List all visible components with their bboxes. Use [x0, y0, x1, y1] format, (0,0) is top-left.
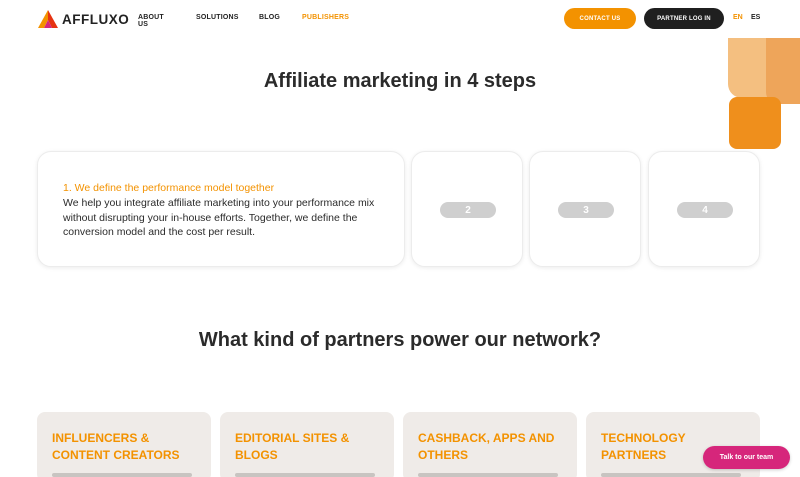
logo-text: AFFLUXO: [62, 11, 130, 27]
partner-card-cashback[interactable]: CASHBACK, APPS AND OTHERS: [403, 412, 577, 477]
partner-card-title: EDITORIAL SITES & BLOGS: [235, 431, 350, 462]
partners-title: What kind of partners power our network?: [198, 329, 602, 351]
language-en[interactable]: EN: [733, 14, 743, 21]
steps-title: Affiliate marketing in 4 steps: [263, 70, 537, 92]
step-description: We help you integrate affiliate marketin…: [63, 197, 375, 238]
step-number-badge: 4: [677, 202, 733, 218]
step-card-4[interactable]: 4: [648, 151, 760, 267]
logo[interactable]: AFFLUXO: [38, 10, 129, 28]
site-header: AFFLUXO ABOUT US SOLUTIONS BLOG PUBLISHE…: [0, 0, 800, 38]
partner-card-title: CASHBACK, APPS AND OTHERS: [418, 431, 555, 462]
nav-blog[interactable]: BLOG: [259, 14, 280, 21]
step-number-badge: 3: [558, 202, 614, 218]
step-card-2[interactable]: 2: [411, 151, 523, 267]
partner-card-influencers[interactable]: INFLUENCERS & CONTENT CREATORS: [37, 412, 211, 477]
partner-card-text-cutoff: [601, 473, 741, 477]
nav-solutions[interactable]: SOLUTIONS: [196, 14, 239, 21]
nav-about-us[interactable]: ABOUT US: [138, 14, 164, 28]
decorative-square: [729, 97, 781, 149]
talk-to-team-button[interactable]: Talk to our team: [703, 446, 790, 469]
step-card-active[interactable]: 1. We define the performance model toget…: [37, 151, 405, 267]
step-number-badge: 2: [440, 202, 496, 218]
partner-card-text-cutoff: [52, 473, 192, 477]
nav-publishers[interactable]: PUBLISHERS: [302, 14, 349, 21]
partner-card-text-cutoff: [235, 473, 375, 477]
partner-login-button[interactable]: PARTNER LOG IN: [644, 8, 724, 29]
language-es[interactable]: ES: [751, 14, 760, 21]
partner-card-editorial[interactable]: EDITORIAL SITES & BLOGS: [220, 412, 394, 477]
partner-card-text-cutoff: [418, 473, 558, 477]
logo-icon: [38, 10, 58, 28]
partner-card-title: INFLUENCERS & CONTENT CREATORS: [52, 431, 180, 462]
contact-us-button[interactable]: CONTACT US: [564, 8, 636, 29]
step-card-3[interactable]: 3: [529, 151, 641, 267]
step-title: 1. We define the performance model toget…: [63, 182, 275, 194]
